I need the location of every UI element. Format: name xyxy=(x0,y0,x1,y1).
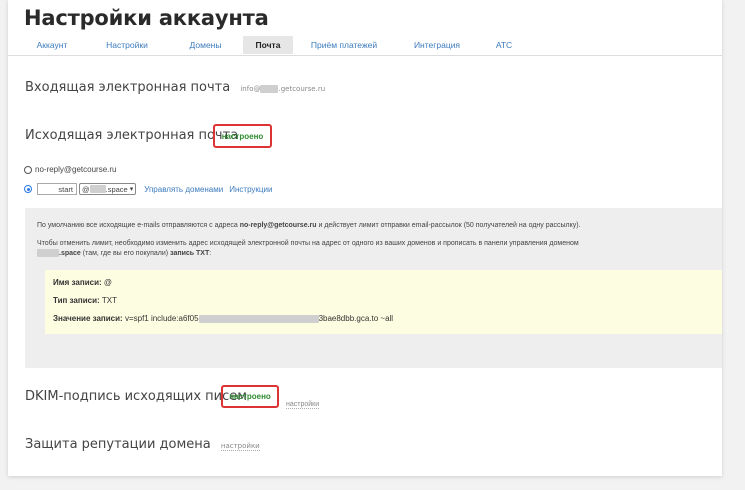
outgoing-status-badge: настроено xyxy=(213,124,272,148)
tab-integration[interactable]: Интеграция xyxy=(395,36,479,54)
option-noreply[interactable]: no-reply@getcourse.ru xyxy=(24,165,117,174)
reputation-section: Защита репутации домена настройки xyxy=(25,437,260,452)
tab-settings[interactable]: Настройки xyxy=(86,36,168,54)
tab-ats[interactable]: АТС xyxy=(479,36,529,54)
incoming-mail-section: Входящая электронная почта info@ .getcour… xyxy=(25,80,325,95)
tab-domains[interactable]: Домены xyxy=(168,36,243,54)
tab-payments[interactable]: Приём платежей xyxy=(293,36,395,54)
txt-record-box: Имя записи: @ Тип записи: TXT Значение з… xyxy=(45,270,722,334)
tabs-bar: Аккаунт Настройки Домены Почта Приём пла… xyxy=(18,36,529,56)
settings-card: Настройки аккаунта Аккаунт Настройки Дом… xyxy=(8,0,722,476)
default-limit-text: По умолчанию все исходящие e-mails отпра… xyxy=(37,222,581,229)
manage-domains-link[interactable]: Управлять доменами xyxy=(144,185,223,194)
option-noreply-label: no-reply@getcourse.ru xyxy=(35,165,117,174)
radio-noreply[interactable] xyxy=(24,165,32,174)
dkim-settings-link[interactable]: настройки xyxy=(286,393,320,411)
instructions-link[interactable]: Инструкции xyxy=(229,185,272,194)
outgoing-mail-title: Исходящая электронная почта xyxy=(25,128,239,143)
reputation-title: Защита репутации домена xyxy=(25,437,211,452)
incoming-address: info@ .getcourse.ru xyxy=(240,85,326,93)
record-type: Тип записи: TXT xyxy=(53,296,117,305)
tab-account[interactable]: Аккаунт xyxy=(18,36,86,54)
spf-info-box: По умолчанию все исходящие e-mails отпра… xyxy=(25,208,722,368)
dkim-title: DKIM-подпись исходящих писем xyxy=(25,389,248,404)
page-title: Настройки аккаунта xyxy=(24,6,269,30)
reputation-settings-link[interactable]: настройки xyxy=(220,442,260,451)
sender-name-input[interactable]: start xyxy=(37,183,77,195)
record-name: Имя записи: @ xyxy=(53,278,113,287)
option-custom-domain[interactable]: start @ .space ▾ Управлять доменами Инстр… xyxy=(24,183,272,195)
domain-select[interactable]: @ .space ▾ xyxy=(79,183,137,195)
radio-custom-domain[interactable] xyxy=(24,185,32,193)
dkim-status-badge: настроено xyxy=(221,385,279,408)
record-value: Значение записи: v=spf1 include:a6f05 3ba… xyxy=(53,314,394,323)
tab-mail[interactable]: Почта xyxy=(243,36,293,54)
tabs-divider xyxy=(8,55,722,56)
chevron-down-icon: ▾ xyxy=(129,186,134,193)
incoming-mail-title: Входящая электронная почта xyxy=(25,80,231,95)
cancel-limit-text: Чтобы отменить лимит, необходимо изменит… xyxy=(37,240,579,258)
